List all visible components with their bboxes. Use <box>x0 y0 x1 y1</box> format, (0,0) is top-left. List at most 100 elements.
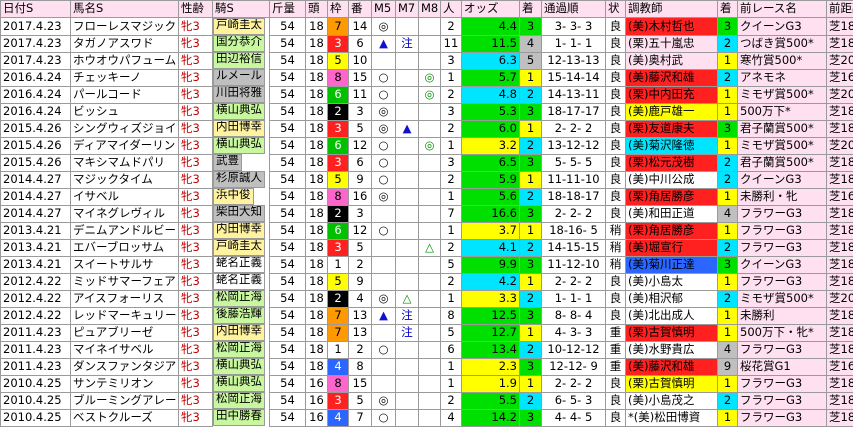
header-trainer[interactable]: 調教師 <box>625 0 718 18</box>
prev-distance-text: 芝1800 <box>829 273 853 288</box>
passing-order-cell: 14-13-11 <box>541 85 606 104</box>
table-row[interactable]: 2014.4.27 マジックタイム 牝3 杉原誠人 54 18 5 9 ○ 2 5.9 1 11-11-… <box>0 170 853 189</box>
date-cell: 2011.4.23 <box>0 357 71 376</box>
gate-text: 3 <box>334 35 342 50</box>
passing-order-text: 1- 1- 1 <box>554 35 593 50</box>
header-odds[interactable]: オッズ <box>461 0 520 18</box>
runners-text: 18 <box>309 239 324 254</box>
mark-m8-cell <box>418 340 441 359</box>
header-passing-order[interactable]: 通過順 <box>541 0 606 18</box>
header-gate[interactable]: 枠 <box>327 0 349 18</box>
table-row[interactable]: 2011.4.23 ダンスファンタジア 牝3 横山典弘 54 18 4 8 1 2.3 3 12-12… <box>0 357 853 376</box>
popularity-cell: 2 <box>440 391 462 410</box>
table-row[interactable]: 2013.4.21 スイートサルサ 牝3 蛯名正義 54 18 1 2 5 9.9 3 11-12-1… <box>0 255 853 274</box>
trainer-text: (栗)友道康夫 <box>628 120 695 135</box>
table-row[interactable]: 2011.4.23 マイネイサベル 牝3 松岡正海 54 18 1 2 ○ 6 13.4 2 10-12… <box>0 340 853 359</box>
table-row[interactable]: 2010.4.25 ブルーミングアレー 牝3 松岡正海 54 16 3 5 ◎ 2 5.5 2 6- 5… <box>0 391 853 410</box>
popularity-cell: 5 <box>440 323 462 342</box>
runners-cell: 18 <box>305 34 328 53</box>
gate-cell: 6 <box>327 136 349 155</box>
passing-order-cell: 4- 4- 5 <box>541 408 606 427</box>
table-row[interactable]: 2016.4.24 チェッキーノ 牝3 ルメール 54 18 8 15 ○ ◎ 1 5.7 1 15-14… <box>0 68 853 87</box>
mark-m8-cell <box>418 374 441 393</box>
header-jockey[interactable]: 騎S <box>212 0 270 18</box>
going-cell: 良 <box>605 136 626 155</box>
going-text: 良 <box>609 307 622 322</box>
header-runners[interactable]: 頭 <box>305 0 328 18</box>
passing-order-text: 12-12- 9 <box>549 358 598 373</box>
gate-cell: 5 <box>327 51 349 70</box>
number-cell: 6 <box>348 153 372 172</box>
table-row[interactable]: 2011.4.23 ピュアブリーゼ 牝3 内田博幸 54 18 7 13 注 5 12.7 1 4- 3… <box>0 323 853 342</box>
table-row[interactable]: 2017.4.23 ホウオウパフューム 牝3 田辺裕信 54 18 5 10 3 6.3 5 12-1… <box>0 51 853 70</box>
number-text: 6 <box>356 154 364 169</box>
mark-m5-text: ◎ <box>378 120 389 135</box>
table-row[interactable]: 2016.4.24 ビッシュ 牝3 横山典弘 54 18 2 3 ◎ 3 5.3 3 18-17-17 良… <box>0 102 853 121</box>
horse-name-cell: ディアマイダーリン <box>70 136 179 155</box>
table-row[interactable]: 2012.4.22 アイスフォーリス 牝3 松岡正海 54 18 2 4 ◎ △ 1 3.3 2 1- 1… <box>0 289 853 308</box>
table-row[interactable]: 2010.4.25 サンテミリオン 牝3 横山典弘 54 16 8 15 1 1.9 1 2- 2- … <box>0 374 853 393</box>
number-text: 10 <box>352 52 368 67</box>
table-row[interactable]: 2015.4.26 マキシマムドパリ 牝3 武豊 54 18 3 6 ○ 3 6.5 3 5- 5- 5… <box>0 153 853 172</box>
header-finish[interactable]: 着 <box>519 0 542 18</box>
prev-race-cell: フラワーG3 <box>737 238 827 257</box>
number-text: 12 <box>352 222 368 237</box>
sex-age-text: 牝3 <box>181 256 200 271</box>
jockey-text: 横山典弘 <box>216 103 262 116</box>
header-horse[interactable]: 馬名S <box>70 0 179 18</box>
prev-distance-cell: 芝1800 <box>826 306 853 325</box>
passing-order-cell: 18-18-17 <box>541 187 606 206</box>
passing-order-cell: 2- 2- 2 <box>541 374 606 393</box>
horse-name-text: レッドマーキュリー <box>73 307 177 322</box>
header-prev-distance[interactable]: 前距離 <box>826 0 853 18</box>
header-prev-race[interactable]: 前レース名 <box>737 0 827 18</box>
table-row[interactable]: 2017.4.23 フローレスマジック 牝3 戸崎圭太 54 18 7 14 ◎ 2 4.4 3 3- … <box>0 17 853 36</box>
sex-age-text: 牝3 <box>181 273 200 288</box>
table-row[interactable]: 2017.4.23 タガノアスワド 牝3 国分恭介 54 18 3 6 ▲ 注 11 11.5 4 1- … <box>0 34 853 53</box>
table-row[interactable]: 2013.4.21 デニムアンドルビー 牝3 内田博幸 54 18 6 12 ○ 1 3.7 1 18-… <box>0 221 853 240</box>
gate-text: 4 <box>334 358 342 373</box>
jockey-cell: 松岡正海 <box>213 392 265 409</box>
table-row[interactable]: 2014.4.27 マイネグレヴィル 牝3 柴田大知 54 18 2 3 7 16.6 3 2- 2-… <box>0 204 853 223</box>
odds-text: 5.3 <box>498 103 517 118</box>
odds-cell: 16.6 <box>461 204 520 223</box>
table-row[interactable]: 2013.4.21 エバーブロッサム 牝3 戸崎圭太 54 18 3 5 △ 2 4.1 2 14-15… <box>0 238 853 257</box>
prev-distance-text: 芝1800 <box>829 222 853 237</box>
header-mark-m7[interactable]: M7 <box>395 0 419 18</box>
gate-cell: 7 <box>327 17 349 36</box>
going-cell: 良 <box>605 187 626 206</box>
table-row[interactable]: 2012.4.22 レッドマーキュリー 牝3 後藤浩輝 54 18 7 13 ▲ 注 8 12.5 3 8… <box>0 306 853 325</box>
header-sex-age[interactable]: 性齢 <box>178 0 213 18</box>
table-row[interactable]: 2014.4.27 イサベル 牝3 浜中俊 54 18 8 16 ◎ 1 5.6 2 18-18-17 良… <box>0 187 853 206</box>
header-weight[interactable]: 斤量 <box>269 0 306 18</box>
table-row[interactable]: 2015.4.26 ディアマイダーリン 牝3 横山典弘 54 18 6 12 ○ ◎ 1 3.2 2 13… <box>0 136 853 155</box>
going-text: 良 <box>609 154 622 169</box>
table-row[interactable]: 2010.4.25 ベストクルーズ 牝3 田中勝春 54 16 4 7 ○ 4 14.2 3 4- 4-… <box>0 408 853 427</box>
header-date[interactable]: 日付S <box>0 0 71 18</box>
odds-cell: 4.1 <box>461 238 520 257</box>
header-prev-finish[interactable]: 着 <box>717 0 738 18</box>
header-popularity[interactable]: 人 <box>440 0 462 18</box>
table-row[interactable]: 2012.4.22 ミッドサマーフェア 牝3 蛯名正義 54 18 5 9 2 4.2 1 2- 2-… <box>0 272 853 291</box>
date-text: 2013.4.21 <box>3 256 62 271</box>
trainer-cell: (栗)古賀慎明 <box>625 323 718 342</box>
weight-text: 54 <box>280 273 295 288</box>
prev-distance-text: 芝1800 <box>829 35 853 50</box>
horse-name-text: ダンスファンタジア <box>73 358 177 373</box>
prev-distance-cell: 芝1800 <box>826 34 853 53</box>
mark-m8-cell <box>418 153 441 172</box>
header-mark-m5[interactable]: M5 <box>371 0 396 18</box>
trainer-text: (美)北出成人 <box>628 307 695 322</box>
table-row[interactable]: 2016.4.24 パールコード 牝3 川田将雅 54 18 6 11 ○ ◎ 2 4.8 2 14-13… <box>0 85 853 104</box>
sex-age-text: 牝3 <box>181 324 200 339</box>
gate-cell: 3 <box>327 34 349 53</box>
date-cell: 2016.4.24 <box>0 85 71 104</box>
table-row[interactable]: 2015.4.26 シングウィズジョイ 牝3 内田博幸 54 18 3 5 ◎ ▲ 2 6.0 1 2- … <box>0 119 853 138</box>
header-going[interactable]: 状 <box>605 0 626 18</box>
header-mark-m8[interactable]: M8 <box>418 0 441 18</box>
header-number[interactable]: 番 <box>348 0 372 18</box>
mark-m8-text: ◎ <box>424 137 435 152</box>
horse-name-cell: ブルーミングアレー <box>70 391 179 410</box>
runners-text: 18 <box>309 341 324 356</box>
sex-age-text: 牝3 <box>181 188 200 203</box>
